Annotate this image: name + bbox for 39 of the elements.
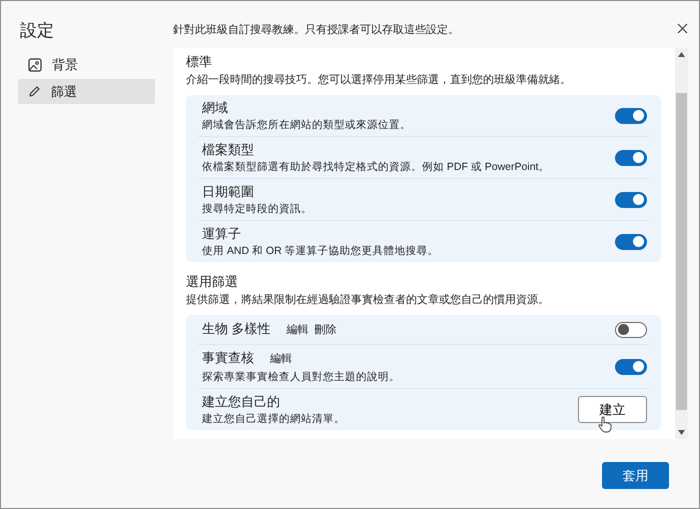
filter-title: 網域 <box>202 99 228 116</box>
filter-title: 事實查核 <box>202 349 254 366</box>
filter-description: 探索專業事實檢查人員對您主題的說明。 <box>202 370 400 384</box>
filter-description: 搜尋特定時段的資訊。 <box>202 202 312 216</box>
section-description: 提供篩選，將結果限制在經過驗證事實檢查者的文章或您自己的慣用資源。 <box>186 293 550 307</box>
image-icon <box>28 58 42 72</box>
filter-title: 建立您自己的 <box>202 393 280 410</box>
filter-link[interactable]: 刪除 <box>314 322 337 339</box>
toggle-switch[interactable] <box>615 322 647 338</box>
settings-title: 設定 <box>20 20 55 42</box>
filter-link[interactable]: 編輯 <box>270 351 292 368</box>
close-icon[interactable] <box>677 23 688 34</box>
pencil-icon <box>28 85 41 98</box>
section-description: 介紹一段時間的搜尋技巧。您可以選擇停用某些篩選，直到您的班級準備就緒。 <box>186 73 572 87</box>
filter-description: 使用 AND 和 OR 等運算子協助您更具體地搜尋。 <box>202 244 439 258</box>
section-title: 選用篩選 <box>186 274 239 290</box>
toggle-switch[interactable] <box>615 192 647 208</box>
toggle-switch[interactable] <box>615 358 647 374</box>
filter-title: 檔案類型 <box>202 141 254 158</box>
toggle-switch[interactable] <box>615 234 647 250</box>
filter-link[interactable]: 編輯 <box>286 322 309 339</box>
scroll-up-icon[interactable] <box>678 52 685 57</box>
create-button[interactable]: 建立 <box>578 396 647 423</box>
scrollbar[interactable] <box>675 48 688 439</box>
filter-title: 日期範圍 <box>202 183 254 200</box>
dialog-subtitle: 針對此班級自訂搜尋教練。只有授課者可以存取這些設定。 <box>173 22 459 37</box>
sidebar-item[interactable]: 篩選 <box>18 79 155 104</box>
toggle-switch[interactable] <box>615 150 647 166</box>
section-title: 標準 <box>186 54 213 70</box>
hand-cursor-icon <box>598 416 612 433</box>
filter-description: 網域會告訴您所在網站的類型或來源位置。 <box>202 118 411 132</box>
scroll-down-icon[interactable] <box>678 430 685 435</box>
filter-title: 生物 多樣性 <box>202 320 271 337</box>
apply-button[interactable]: 套用 <box>602 462 669 489</box>
filter-title: 運算子 <box>202 225 241 242</box>
filter-description: 建立您自己選擇的網站清單。 <box>202 412 345 426</box>
filter-description: 依檔案類型篩選有助於尋找特定格式的資源。例如 PDF 或 PowerPoint。 <box>202 160 550 174</box>
sidebar-item[interactable]: 背景 <box>18 52 155 77</box>
toggle-switch[interactable] <box>615 108 647 124</box>
